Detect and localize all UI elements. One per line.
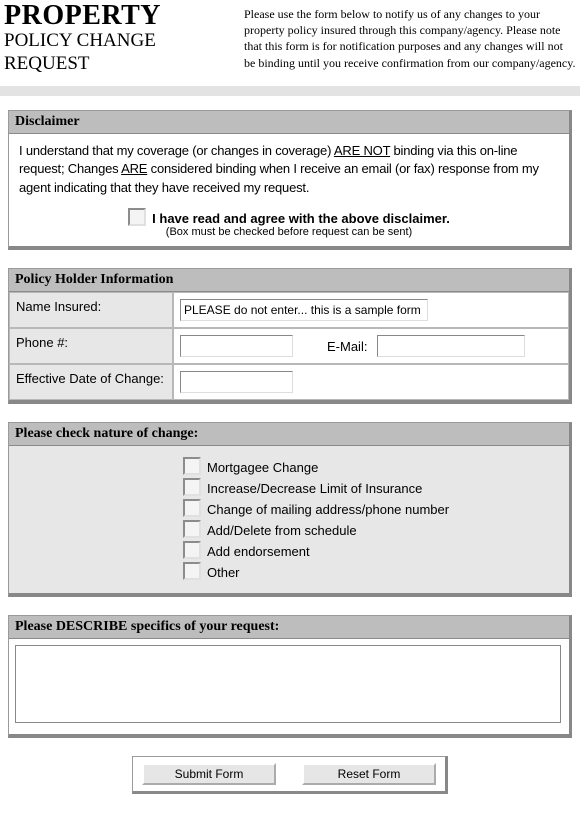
page-header: PROPERTY POLICY CHANGE REQUEST Please us… bbox=[0, 0, 580, 82]
nature-item-4: Add endorsement bbox=[207, 544, 310, 559]
agree-note: (Box must be checked before request can … bbox=[9, 226, 569, 238]
nature-item-2: Change of mailing address/phone number bbox=[207, 502, 449, 517]
nature-checkbox-2[interactable] bbox=[183, 499, 201, 517]
page-title: PROPERTY bbox=[4, 2, 244, 30]
button-bar: Submit Form Reset Form bbox=[132, 756, 448, 794]
nature-item-0: Mortgagee Change bbox=[207, 460, 318, 475]
disclaimer-pre: I understand that my coverage (or change… bbox=[19, 143, 334, 158]
page-subtitle: POLICY CHANGE REQUEST bbox=[4, 30, 244, 76]
agree-label: I have read and agree with the above dis… bbox=[152, 211, 450, 226]
name-insured-input[interactable] bbox=[180, 299, 428, 321]
disclaimer-u1: ARE NOT bbox=[334, 143, 390, 158]
nature-checkbox-1[interactable] bbox=[183, 478, 201, 496]
nature-checkbox-5[interactable] bbox=[183, 562, 201, 580]
describe-heading: Please DESCRIBE specifics of your reques… bbox=[9, 616, 569, 639]
disclaimer-heading: Disclaimer bbox=[9, 111, 569, 134]
nature-item-3: Add/Delete from schedule bbox=[207, 523, 357, 538]
effective-date-label: Effective Date of Change: bbox=[9, 364, 173, 400]
describe-textarea[interactable] bbox=[15, 645, 561, 723]
nature-checkbox-3[interactable] bbox=[183, 520, 201, 538]
email-label: E-Mail: bbox=[327, 339, 367, 354]
submit-button[interactable]: Submit Form bbox=[142, 763, 276, 785]
nature-checkbox-0[interactable] bbox=[183, 457, 201, 475]
nature-checkbox-4[interactable] bbox=[183, 541, 201, 559]
policy-panel: Policy Holder Information Name Insured: … bbox=[8, 268, 572, 404]
disclaimer-panel: Disclaimer I understand that my coverage… bbox=[8, 110, 572, 251]
nature-heading: Please check nature of change: bbox=[9, 423, 569, 446]
email-input[interactable] bbox=[377, 335, 525, 357]
policy-heading: Policy Holder Information bbox=[9, 269, 569, 292]
agree-checkbox[interactable] bbox=[128, 208, 146, 226]
describe-panel: Please DESCRIBE specifics of your reques… bbox=[8, 615, 572, 738]
disclaimer-u2: ARE bbox=[121, 161, 147, 176]
nature-item-1: Increase/Decrease Limit of Insurance bbox=[207, 481, 422, 496]
phone-label: Phone #: bbox=[9, 328, 173, 364]
nature-panel: Please check nature of change: Mortgagee… bbox=[8, 422, 572, 597]
nature-item-5: Other bbox=[207, 565, 240, 580]
effective-date-input[interactable] bbox=[180, 371, 293, 393]
name-insured-label: Name Insured: bbox=[9, 292, 173, 328]
intro-text: Please use the form below to notify us o… bbox=[244, 2, 576, 76]
divider bbox=[0, 86, 580, 96]
reset-button[interactable]: Reset Form bbox=[302, 763, 436, 785]
phone-input[interactable] bbox=[180, 335, 293, 357]
disclaimer-text: I understand that my coverage (or change… bbox=[9, 134, 569, 205]
